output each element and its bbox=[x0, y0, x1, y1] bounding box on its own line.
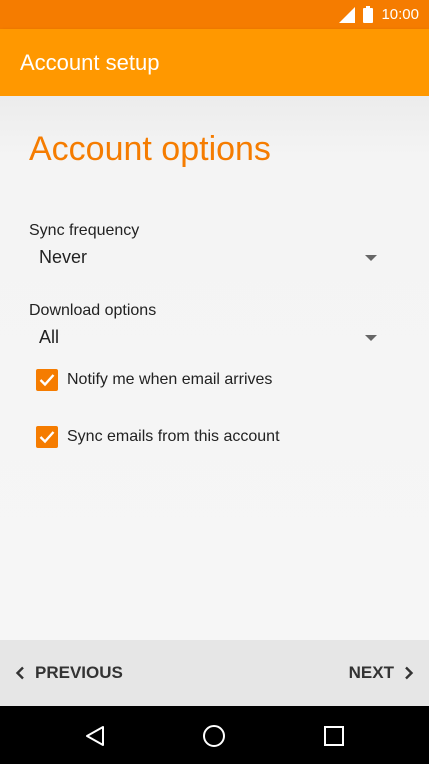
app-bar: Account setup bbox=[0, 29, 429, 96]
page-title: Account options bbox=[29, 130, 271, 168]
notify-email-checkbox[interactable] bbox=[36, 369, 58, 391]
next-label: NEXT bbox=[348, 663, 394, 682]
checkmark-icon bbox=[39, 374, 55, 387]
download-options-dropdown[interactable]: All bbox=[29, 323, 383, 353]
download-options-value: All bbox=[39, 327, 60, 347]
recents-icon[interactable] bbox=[321, 723, 347, 749]
sync-frequency-label: Sync frequency bbox=[29, 222, 140, 239]
status-icons: 10:00 bbox=[339, 0, 419, 29]
wizard-navigation-bar: PREVIOUS NEXT bbox=[0, 640, 429, 706]
home-icon[interactable] bbox=[201, 723, 227, 749]
dropdown-arrow-icon bbox=[365, 255, 377, 261]
back-icon[interactable] bbox=[82, 723, 108, 749]
status-clock: 10:00 bbox=[381, 6, 419, 23]
account-options-content: Account options Sync frequency Never Dow… bbox=[0, 96, 429, 640]
notify-email-option[interactable]: Notify me when email arrives bbox=[36, 367, 272, 393]
sync-emails-option[interactable]: Sync emails from this account bbox=[36, 424, 280, 450]
chevron-right-icon bbox=[405, 666, 414, 680]
previous-label: PREVIOUS bbox=[35, 663, 123, 682]
checkmark-icon bbox=[39, 431, 55, 444]
signal-icon bbox=[339, 6, 356, 23]
notify-email-label: Notify me when email arrives bbox=[67, 371, 273, 388]
sync-frequency-value: Never bbox=[39, 247, 88, 267]
chevron-left-icon bbox=[15, 666, 24, 680]
dropdown-arrow-icon bbox=[365, 335, 377, 341]
sync-emails-label: Sync emails from this account bbox=[67, 428, 280, 445]
sync-frequency-dropdown[interactable]: Never bbox=[29, 243, 383, 273]
previous-button[interactable]: PREVIOUS bbox=[14, 640, 123, 706]
battery-icon bbox=[363, 6, 374, 23]
system-navigation-bar bbox=[0, 706, 429, 764]
download-options-label: Download options bbox=[29, 302, 157, 319]
app-title: Account setup bbox=[20, 50, 160, 75]
next-button[interactable]: NEXT bbox=[349, 640, 415, 706]
sync-emails-checkbox[interactable] bbox=[36, 426, 58, 448]
status-bar: 10:00 bbox=[0, 0, 429, 29]
